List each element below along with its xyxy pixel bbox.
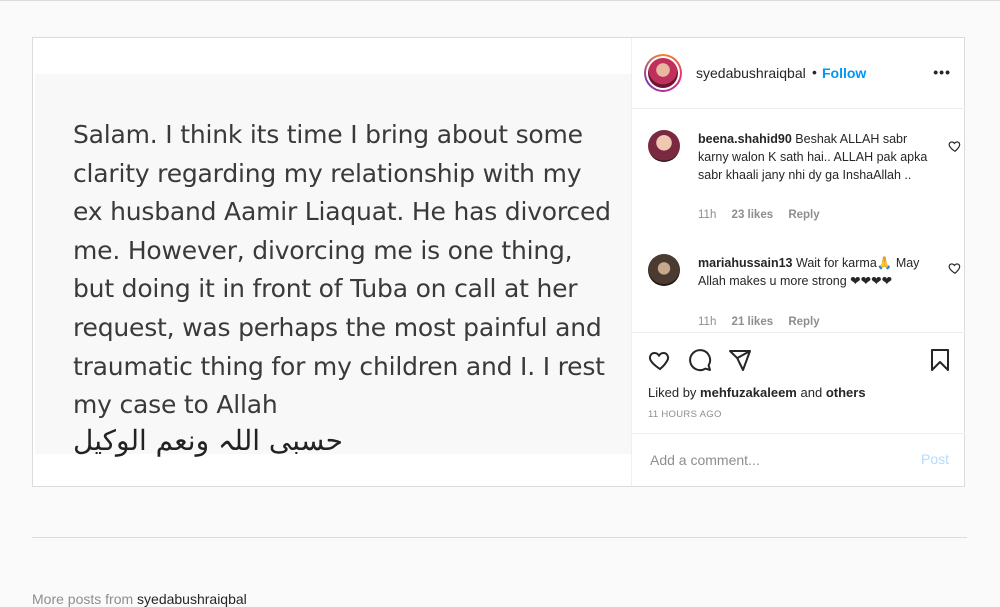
comment-avatar[interactable] bbox=[648, 130, 680, 162]
comment-body: mariahussain13 Wait for karma🙏 May Allah… bbox=[698, 254, 928, 290]
post-actions-bar bbox=[632, 334, 965, 374]
liked-by-and: and bbox=[800, 385, 823, 400]
bookmark-icon[interactable] bbox=[928, 348, 952, 372]
more-posts-user[interactable]: syedabushraiqbal bbox=[137, 591, 247, 607]
comment-icon[interactable] bbox=[688, 348, 712, 372]
avatar[interactable] bbox=[644, 54, 682, 92]
comment-avatar[interactable] bbox=[648, 254, 680, 286]
add-comment-input[interactable] bbox=[648, 448, 902, 472]
liked-by-prefix: Liked by bbox=[648, 385, 697, 400]
liked-by-text: Liked by mehfuzakaleem and others bbox=[648, 385, 866, 400]
comment-username[interactable]: mariahussain13 bbox=[698, 256, 793, 270]
comment-time: 11h bbox=[698, 209, 717, 221]
post-comment-button[interactable]: Post bbox=[921, 451, 949, 467]
avatar-image bbox=[648, 58, 678, 88]
post-timestamp[interactable]: 11 HOURS AGO bbox=[648, 409, 722, 420]
comment-username[interactable]: beena.shahid90 bbox=[698, 132, 792, 146]
heart-icon[interactable] bbox=[648, 348, 672, 372]
more-options-icon[interactable]: ••• bbox=[933, 64, 951, 80]
header-username[interactable]: syedabushraiqbal bbox=[696, 65, 806, 81]
comment-meta: 11h 23 likes Reply bbox=[698, 209, 832, 221]
more-posts-heading: More posts from syedabushraiqbal bbox=[32, 591, 247, 607]
comment-body: beena.shahid90 Beshak ALLAH sabr karny w… bbox=[698, 130, 928, 184]
liked-by-others[interactable]: others bbox=[826, 385, 866, 400]
section-divider bbox=[32, 537, 967, 538]
comment-meta: 11h 21 likes Reply bbox=[698, 316, 832, 328]
comments-list[interactable]: beena.shahid90 Beshak ALLAH sabr karny w… bbox=[632, 109, 965, 333]
post-header: syedabushraiqbal • Follow ••• bbox=[632, 38, 965, 109]
comment-time: 11h bbox=[698, 316, 717, 328]
top-divider bbox=[0, 0, 1000, 1]
liked-by-user[interactable]: mehfuzakaleem bbox=[700, 385, 797, 400]
more-posts-prefix: More posts from bbox=[32, 591, 134, 607]
post-image-content: Salam. I think its time I bring about so… bbox=[35, 74, 631, 457]
comment-reply-button[interactable]: Reply bbox=[788, 209, 819, 221]
follow-button[interactable]: Follow bbox=[822, 65, 866, 81]
post-image[interactable]: Salam. I think its time I bring about so… bbox=[33, 38, 631, 486]
comment-likes[interactable]: 21 likes bbox=[732, 316, 774, 328]
post-card: Salam. I think its time I bring about so… bbox=[32, 37, 965, 487]
post-image-text: Salam. I think its time I bring about so… bbox=[73, 120, 611, 420]
comment-like-heart-icon[interactable] bbox=[948, 139, 962, 153]
add-comment-section: Post bbox=[632, 433, 965, 486]
comment-like-heart-icon[interactable] bbox=[948, 261, 962, 275]
comment-reply-button[interactable]: Reply bbox=[788, 316, 819, 328]
post-sidebar: syedabushraiqbal • Follow ••• beena.shah… bbox=[631, 38, 965, 486]
comment-likes[interactable]: 23 likes bbox=[732, 209, 774, 221]
post-image-arabic-text: حسبی اللہ ونعم الوکیل bbox=[73, 424, 343, 457]
header-separator-dot: • bbox=[812, 64, 817, 80]
share-icon[interactable] bbox=[728, 348, 752, 372]
